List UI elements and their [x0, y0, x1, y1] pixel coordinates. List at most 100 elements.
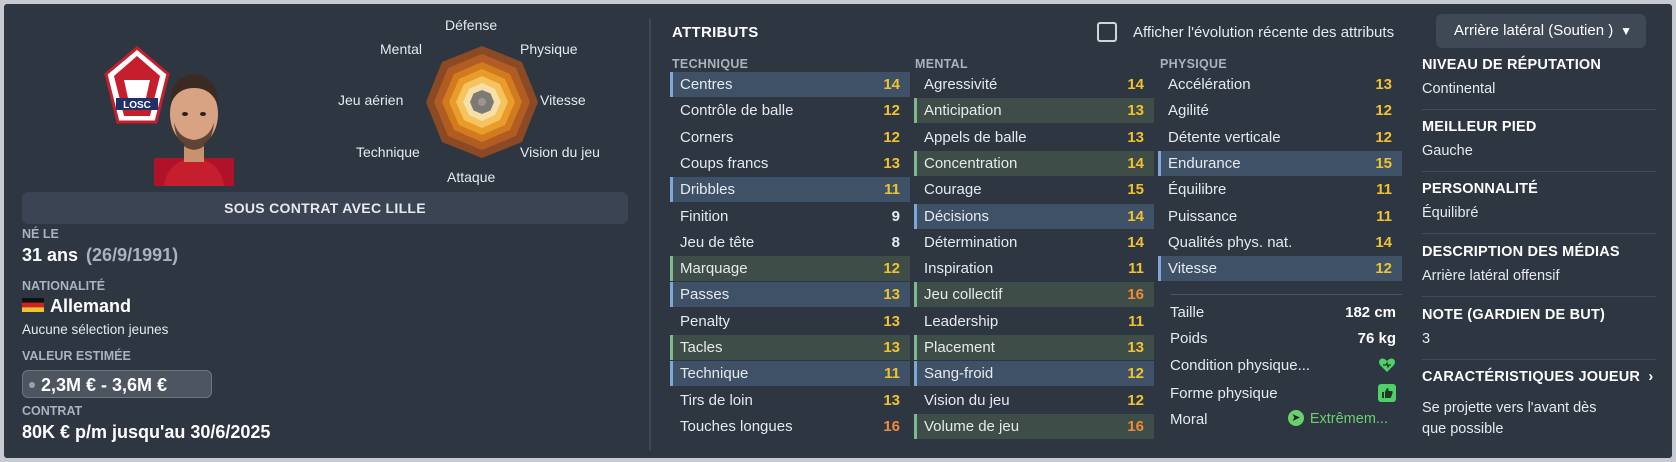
attribute-row[interactable]: Décisions 14: [914, 203, 1154, 229]
best-foot-label: MEILLEUR PIED: [1422, 119, 1537, 135]
attribute-row[interactable]: Coups francs 13: [670, 151, 910, 176]
attributes-title: ATTRIBUTS: [672, 24, 759, 41]
attribute-row[interactable]: Centres 14: [670, 72, 910, 97]
attribute-row[interactable]: Détermination 14: [914, 230, 1154, 255]
attribute-name: Qualités phys. nat.: [1168, 233, 1293, 251]
attribute-row[interactable]: Détente verticale 12: [1158, 125, 1402, 150]
attribute-row[interactable]: Dribbles 11: [670, 177, 910, 203]
height-label: Taille: [1170, 304, 1205, 321]
attribute-value: 12: [1127, 365, 1144, 383]
radar-label-mental: Mental: [380, 41, 423, 57]
attribute-name: Inspiration: [924, 260, 994, 278]
attribute-row[interactable]: Jeu collectif 16: [914, 282, 1154, 308]
attribute-name: Jeu collectif: [924, 286, 1003, 304]
attribute-name: Finition: [680, 207, 729, 225]
profile-divider: [1422, 359, 1656, 360]
role-select-dropdown[interactable]: Arrière latéral (Soutien ) ▼: [1436, 14, 1646, 48]
attribute-value: 12: [1127, 391, 1144, 409]
attribute-row[interactable]: Endurance 15: [1158, 150, 1402, 176]
attribute-row[interactable]: Marquage 12: [670, 256, 910, 282]
attribute-row[interactable]: Penalty 13: [670, 309, 910, 334]
attribute-value: 8: [891, 233, 900, 251]
attribute-name: Passes: [680, 286, 730, 304]
attribute-row[interactable]: Contrôle de balle 12: [670, 98, 910, 123]
nationality-text: Allemand: [50, 296, 132, 316]
form-row[interactable]: Forme physique: [1170, 381, 1396, 406]
condition-row[interactable]: Condition physique...: [1170, 353, 1396, 378]
attribute-name: Marquage: [680, 260, 748, 278]
nationality-value[interactable]: Allemand: [22, 296, 131, 317]
profile-divider: [1422, 296, 1656, 297]
contract-label: CONTRAT: [22, 404, 83, 418]
attribute-row[interactable]: Équilibre 11: [1158, 177, 1402, 202]
attribute-value: 14: [1127, 207, 1144, 225]
attribute-row[interactable]: Volume de jeu 16: [914, 413, 1154, 439]
attribute-row[interactable]: Tirs de loin 13: [670, 388, 910, 413]
technique-column-header: TECHNIQUE: [672, 57, 749, 71]
player-photo: [154, 74, 234, 186]
attribute-name: Équilibre: [1168, 181, 1227, 199]
age-value: 31 ans (26/9/1991): [22, 245, 178, 266]
weight-value: 76 kg: [1357, 330, 1396, 347]
attribute-value: 13: [883, 391, 900, 409]
attribute-row[interactable]: Technique 11: [670, 361, 910, 387]
media-description-value: Arrière latéral offensif: [1422, 268, 1560, 284]
contract-value: 80K € p/m jusqu'au 30/6/2025: [22, 422, 271, 442]
attribute-value: 11: [1128, 312, 1144, 330]
show-evolution-checkbox[interactable]: [1097, 22, 1117, 42]
attribute-row[interactable]: Qualités phys. nat. 14: [1158, 230, 1402, 255]
attribute-value: 16: [883, 417, 900, 435]
attribute-value: 14: [1127, 154, 1144, 172]
germany-flag-icon: [22, 298, 44, 313]
attribute-name: Coups francs: [680, 154, 769, 172]
attribute-row[interactable]: Appels de balle 13: [914, 125, 1154, 150]
born-label: NÉ LE: [22, 227, 59, 241]
attribute-value: 14: [1127, 233, 1144, 251]
attribute-name: Corners: [680, 128, 734, 146]
attribute-row[interactable]: Tacles 13: [670, 335, 910, 360]
attribute-row[interactable]: Finition 9: [670, 204, 910, 229]
attribute-row[interactable]: Accélération 13: [1158, 72, 1402, 97]
player-traits-link[interactable]: CARACTÉRISTIQUES JOUEUR ›: [1422, 369, 1653, 385]
attribute-row[interactable]: Leadership 11: [914, 309, 1154, 334]
show-evolution-label[interactable]: Afficher l'évolution récente des attribu…: [1133, 24, 1394, 41]
attribute-name: Courage: [924, 181, 982, 199]
condition-label: Condition physique...: [1170, 357, 1311, 374]
attribute-value: 14: [883, 76, 900, 93]
role-select-value: Arrière latéral (Soutien ): [1454, 22, 1614, 39]
nationality-label: NATIONALITÉ: [22, 279, 106, 293]
morale-row[interactable]: Moral ➤ Extrêmem...: [1170, 407, 1396, 432]
attribute-row[interactable]: Anticipation 13: [914, 98, 1154, 124]
attribute-value: 13: [1375, 76, 1392, 93]
attribute-value: 12: [1375, 260, 1392, 278]
attribute-name: Placement: [924, 339, 995, 356]
attribute-row[interactable]: Placement 13: [914, 335, 1154, 360]
caps-text: Aucune sélection jeunes: [22, 322, 169, 337]
attribute-row[interactable]: Agressivité 14: [914, 72, 1154, 97]
attribute-row[interactable]: Concentration 14: [914, 150, 1154, 176]
attribute-row[interactable]: Agilité 12: [1158, 98, 1402, 123]
attribute-row[interactable]: Inspiration 11: [914, 256, 1154, 281]
attribute-row[interactable]: Vitesse 12: [1158, 256, 1402, 282]
attribute-row[interactable]: Corners 12: [670, 125, 910, 150]
attribute-row[interactable]: Jeu de tête 8: [670, 230, 910, 255]
best-foot-value: Gauche: [1422, 143, 1473, 159]
attribute-value: 15: [1375, 154, 1392, 172]
attribute-name: Tirs de loin: [680, 391, 753, 409]
thumbs-up-icon: [1378, 384, 1396, 402]
attribute-row[interactable]: Courage 15: [914, 177, 1154, 202]
mental-column-header: MENTAL: [915, 57, 968, 71]
attribute-row[interactable]: Vision du jeu 12: [914, 388, 1154, 413]
attribute-row[interactable]: Puissance 11: [1158, 204, 1402, 229]
attribute-name: Agressivité: [924, 76, 998, 93]
attribute-radar-chart: [426, 46, 538, 158]
attribute-row[interactable]: Touches longues 16: [670, 414, 910, 439]
attribute-row[interactable]: Sang-froid 12: [914, 361, 1154, 387]
attribute-value: 14: [1375, 233, 1392, 251]
attribute-value: 13: [1127, 102, 1144, 120]
attribute-row[interactable]: Passes 13: [670, 282, 910, 308]
attribute-value: 13: [1127, 339, 1144, 356]
reputation-value: Continental: [1422, 81, 1496, 97]
attribute-name: Détermination: [924, 233, 1018, 251]
estimated-value-tag[interactable]: 2,3M € - 3,6M €: [22, 370, 212, 398]
